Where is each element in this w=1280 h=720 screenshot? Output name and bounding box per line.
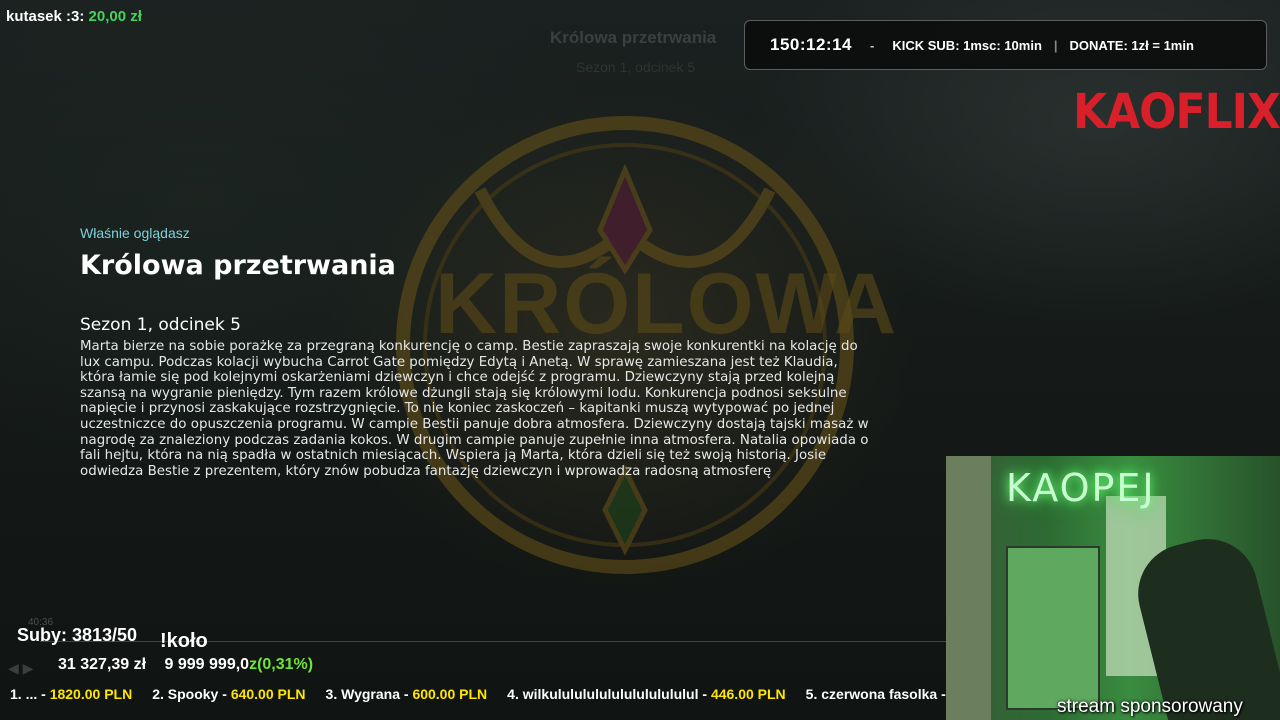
episode-label: Sezon 1, odcinek 5	[80, 315, 241, 335]
info-divider: |	[1053, 37, 1058, 53]
ranking-amount: 1820.00 PLN	[49, 686, 133, 702]
ranking-name: wilkulululululululululululul	[522, 686, 699, 702]
ranking-entry: 2. Spooky - 640.00 PLN	[152, 686, 306, 702]
ranking-name: Wygrana	[341, 686, 400, 702]
ghost-subtitle: Sezon 1, odcinek 5	[576, 59, 696, 75]
ranking-name: Spooky	[167, 686, 219, 702]
ranking-name: ...	[25, 686, 38, 702]
subathon-timer: 150:12:14	[770, 35, 853, 54]
neon-sign: KAOPEJ	[1006, 466, 1156, 510]
donation-goal: 31 327,39 zł 9 999 999,0z(0,31%)	[58, 656, 313, 674]
episode-description: Marta bierze na sobie porażkę za przegra…	[80, 339, 869, 479]
raised-amount: 31 327,39 zł	[58, 656, 147, 673]
webcam-feed: KAOPEJ	[946, 456, 1280, 720]
ranking-position: 5.	[805, 686, 818, 702]
ranking-position: 1.	[10, 686, 22, 702]
ranking-entry: 1. ... - 1820.00 PLN	[10, 686, 133, 702]
donor-amount: 20,00 zł	[88, 8, 142, 25]
donate-info: DONATE: 1zł = 1min	[1069, 37, 1194, 53]
webcam-wall	[946, 456, 991, 720]
ranking-position: 4.	[507, 686, 519, 702]
ranking-amount: 640.00 PLN	[230, 686, 306, 702]
kick-sub-info: KICK SUB: 1msc: 10min	[892, 37, 1042, 53]
kaoflix-logo: KAOFLIX	[1073, 84, 1280, 141]
player-controls-icon[interactable]: ◀ ▶	[8, 660, 33, 677]
now-watching-label: Właśnie oglądasz	[80, 225, 190, 241]
timer-separator: -	[870, 37, 875, 53]
show-title: Królowa przetrwania	[80, 250, 396, 281]
goal-percent: (0,31%)	[257, 656, 314, 673]
ranking-entry: 4. wilkulululululululululululul - 446.00…	[507, 686, 786, 702]
ranking-name: czerwona fasolka	[821, 686, 938, 702]
stream-info-bar: 150:12:14 - KICK SUB: 1msc: 10min | DONA…	[744, 20, 1267, 70]
ranking-amount: 446.00 PLN	[710, 686, 786, 702]
donor-name: kutasek :3:	[6, 8, 85, 25]
ranking-amount: 600.00 PLN	[412, 686, 488, 702]
goal-prefix: z	[249, 656, 258, 673]
goal-amount: 9 999 999,0	[164, 656, 250, 673]
ranking-position: 3.	[325, 686, 338, 702]
kolo-command: !koło	[160, 630, 208, 652]
top-donor: kutasek :3: 20,00 zł	[6, 8, 142, 25]
ghost-title: Królowa przetrwania	[550, 28, 717, 47]
webcam-door	[1006, 546, 1100, 710]
sponsored-label: stream sponsorowany	[1057, 696, 1243, 717]
ranking-entry: 3. Wygrana - 600.00 PLN	[325, 686, 488, 702]
subs-counter: Suby: 3813/50	[17, 625, 138, 645]
ranking-position: 2.	[152, 686, 164, 702]
